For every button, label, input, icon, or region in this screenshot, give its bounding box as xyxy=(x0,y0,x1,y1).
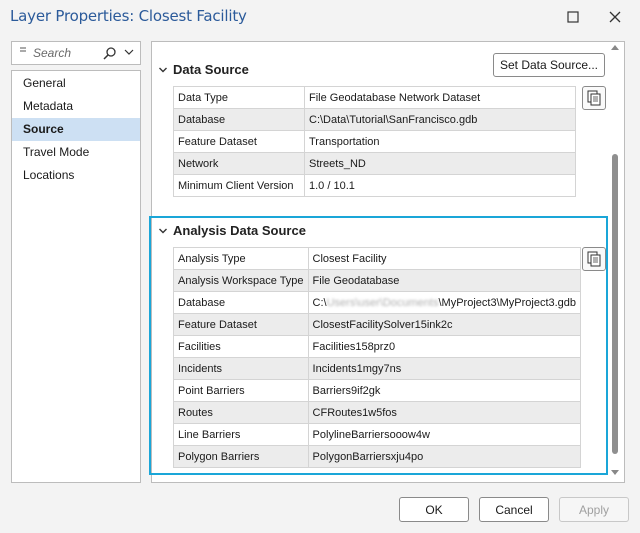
table-row: Database C:\Data\Tutorial\SanFrancisco.gd… xyxy=(173,108,576,131)
copy-icon xyxy=(587,90,601,106)
table-row: Facilities Facilities158prz0 xyxy=(173,335,582,358)
table-row: Database C:\Users\user\Documents\MyProjec… xyxy=(173,291,582,314)
apply-button[interactable]: Apply xyxy=(559,497,629,522)
copy-analysis-source-button[interactable] xyxy=(582,247,606,271)
sidebar-item-metadata[interactable]: Metadata xyxy=(12,95,140,118)
redacted-path: Users\user\Documents xyxy=(326,296,439,309)
search-placeholder: Search xyxy=(33,46,72,60)
sidebar-item-general[interactable]: General xyxy=(12,72,140,95)
set-data-source-button[interactable]: Set Data Source... xyxy=(493,53,605,77)
table-row: Analysis Workspace Type File Geodatabase xyxy=(173,269,582,292)
table-row: Analysis Type Closest Facility xyxy=(173,247,582,270)
close-icon xyxy=(609,11,621,23)
scroll-up-icon[interactable] xyxy=(611,44,619,50)
copy-data-source-button[interactable] xyxy=(582,86,606,110)
sidebar-item-source[interactable]: Source xyxy=(12,118,140,141)
table-row: Minimum Client Version 1.0 / 10.1 xyxy=(173,174,576,197)
sidebar-item-locations[interactable]: Locations xyxy=(12,164,140,187)
analysis-data-source-table: Analysis Type Closest Facility Analysis W… xyxy=(173,247,582,468)
nav-list: General Metadata Source Travel Mode Loca… xyxy=(11,70,141,483)
copy-icon xyxy=(587,251,601,267)
table-row: Feature Dataset Transportation xyxy=(173,130,576,153)
search-icon xyxy=(20,47,26,52)
analysis-data-source-heading: Analysis Data Source xyxy=(173,223,306,238)
table-row: Data Type File Geodatabase Network Datase… xyxy=(173,86,576,109)
chevron-down-icon[interactable] xyxy=(124,48,134,56)
maximize-button[interactable] xyxy=(558,4,588,30)
search-box[interactable]: Search xyxy=(11,41,141,65)
maximize-icon xyxy=(567,11,579,23)
close-button[interactable] xyxy=(600,4,630,30)
table-row: Feature Dataset ClosestFacilitySolver15in… xyxy=(173,313,582,336)
table-row: Point Barriers Barriers9if2gk xyxy=(173,379,582,402)
scroll-down-icon[interactable] xyxy=(611,470,619,476)
data-source-table: Data Type File Geodatabase Network Datase… xyxy=(173,86,576,197)
window-title: Layer Properties: Closest Facility xyxy=(10,7,247,25)
table-row: Incidents Incidents1mgy7ns xyxy=(173,357,582,380)
ok-button[interactable]: OK xyxy=(399,497,469,522)
chevron-down-icon xyxy=(159,67,167,72)
table-row: Routes CFRoutes1w5fos xyxy=(173,401,582,424)
content-pane: Data Source Set Data Source... Data Type… xyxy=(151,41,625,483)
sidebar: Search General Metadata Source Travel Mo… xyxy=(11,41,141,483)
analysis-data-source-header[interactable]: Analysis Data Source xyxy=(159,223,306,238)
search-input[interactable] xyxy=(12,42,140,64)
vertical-scrollbar[interactable] xyxy=(608,42,623,482)
table-row: Polygon Barriers PolygonBarriersxju4po xyxy=(173,445,582,468)
chevron-down-icon xyxy=(159,228,167,233)
table-row: Network Streets_ND xyxy=(173,152,576,175)
title-bar: Layer Properties: Closest Facility xyxy=(0,0,640,34)
data-source-heading: Data Source xyxy=(173,62,249,77)
scrollbar-thumb[interactable] xyxy=(612,154,618,454)
sidebar-item-travel-mode[interactable]: Travel Mode xyxy=(12,141,140,164)
table-row: Line Barriers PolylineBarriersooow4w xyxy=(173,423,582,446)
magnifier-icon[interactable] xyxy=(103,46,117,60)
data-source-header[interactable]: Data Source xyxy=(159,62,249,77)
cancel-button[interactable]: Cancel xyxy=(479,497,549,522)
